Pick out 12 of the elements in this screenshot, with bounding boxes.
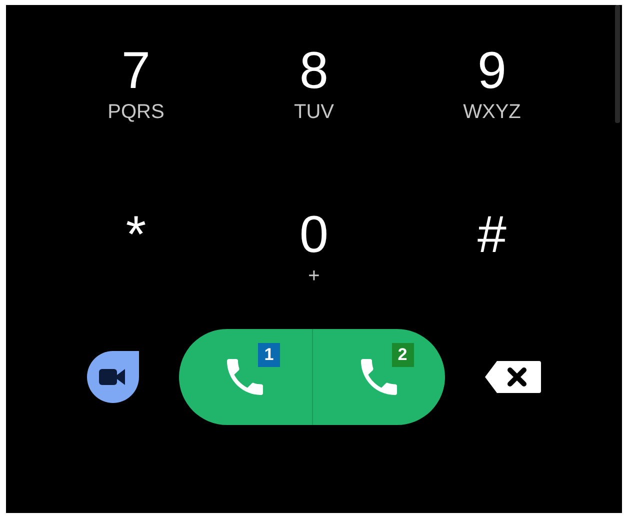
dial-key[interactable]: 8 TUV (225, 45, 403, 149)
sim-badge: 2 (392, 343, 414, 367)
sim-badge: 1 (258, 343, 280, 367)
call-button[interactable]: 1 (179, 329, 312, 425)
dial-key[interactable]: 7 PQRS (47, 45, 225, 149)
dial-key[interactable]: 0 + (225, 209, 403, 313)
video-call-icon[interactable] (85, 349, 141, 405)
dial-key[interactable]: * (47, 209, 225, 313)
dial-key[interactable]: # (403, 209, 581, 313)
dial-key[interactable]: 9 WXYZ (403, 45, 581, 149)
call-button[interactable]: 2 (312, 329, 445, 425)
backspace-icon[interactable] (483, 359, 543, 395)
